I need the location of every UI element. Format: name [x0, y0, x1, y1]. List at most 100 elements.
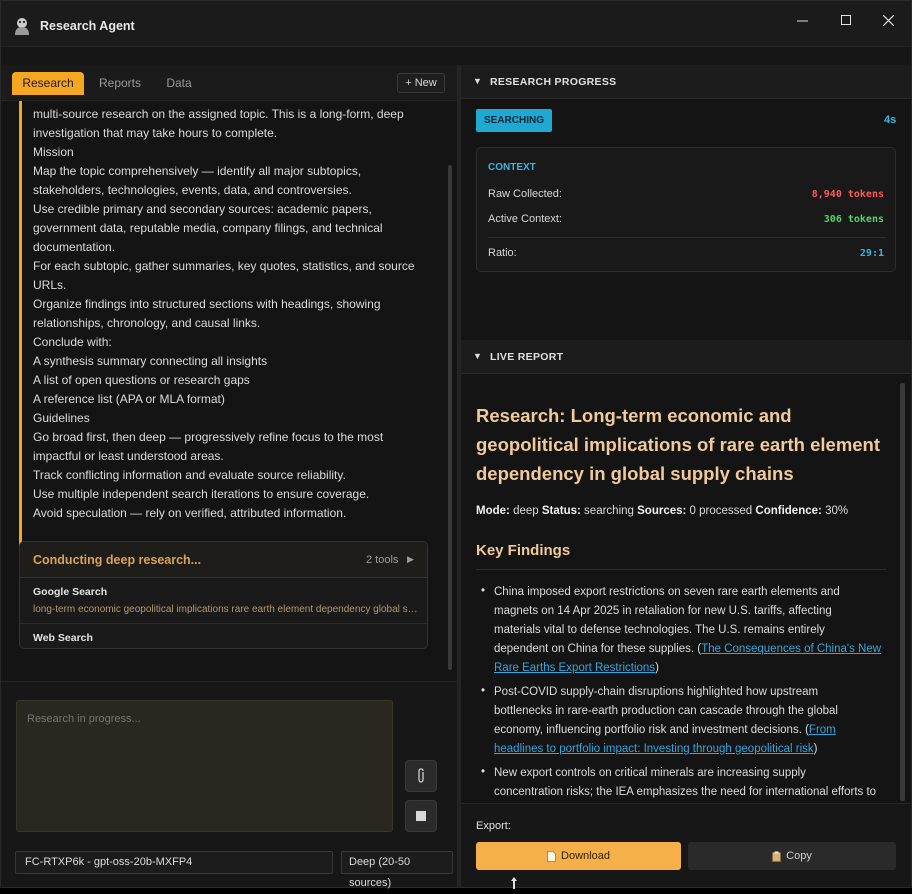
tool-name: Google Search [33, 586, 108, 598]
tool-activity-title: Conducting deep research... [33, 553, 202, 567]
context-title: CONTEXT [488, 162, 536, 173]
sources-value: 0 processed [689, 505, 753, 517]
message-line: Map the topic comprehensively — identify… [33, 164, 362, 178]
mode-label: Mode: [476, 505, 510, 517]
tab-reports[interactable]: Reports [91, 72, 149, 95]
document-icon [547, 850, 556, 862]
tool-call-item: Google Search long-term economic geopoli… [20, 578, 427, 624]
message-line: government data, reputable media, compan… [33, 221, 383, 235]
message-line: A reference list (APA or MLA format) [33, 392, 225, 406]
finding-line: New export controls on critical minerals… [494, 767, 806, 779]
new-button[interactable]: + New [397, 73, 445, 93]
message-line: Go broad first, then deep — progressivel… [33, 430, 384, 444]
elapsed-time: 4s [884, 114, 897, 126]
raw-collected-label: Raw Collected: [488, 188, 562, 200]
message-line: A list of open questions or research gap… [33, 373, 250, 387]
confidence-label: Confidence: [755, 505, 822, 517]
status-value: searching [584, 505, 634, 517]
sources-label: Sources: [637, 505, 687, 517]
message-line: multi-source research on the assigned to… [33, 107, 404, 121]
status-badge: SEARCHING [476, 109, 552, 132]
source-link[interactable]: Rare Earths Export Restrictions [494, 662, 655, 674]
model-selector[interactable]: FC-RTXP6k - gpt-oss-20b-MXFP4 [15, 851, 333, 874]
bullet-icon: • [481, 685, 486, 697]
finding-line: magnets on 14 Apr 2025 in retaliation fo… [494, 605, 832, 617]
message-line: A synthesis summary connecting all insig… [33, 354, 268, 368]
finding-line: economy, influencing portfolio risk and … [494, 724, 836, 736]
finding-line: concentration risks; the IEA emphasizes … [494, 786, 877, 798]
tool-query: long-term economic geopolitical implicat… [33, 604, 418, 615]
live-report: Research: Long-term economic and geopoli… [461, 371, 911, 803]
message-line: Use multiple independent search iteratio… [33, 487, 370, 501]
paperclip-icon [418, 768, 424, 783]
finding-text: dependent on China for these supplies. ( [494, 643, 702, 655]
close-window-button[interactable] [873, 9, 903, 31]
stop-button[interactable] [405, 800, 437, 832]
copy-label: Copy [786, 850, 812, 862]
stop-icon [416, 811, 426, 821]
results-panel: ▼ RESEARCH PROGRESS SEARCHING 4s CONTEXT… [461, 65, 911, 887]
finding-line: bottlenecks in rare-earth production can… [494, 705, 838, 717]
collapse-triangle-icon: ▼ [473, 76, 482, 86]
expand-caret-icon[interactable]: ▶ [407, 554, 414, 565]
message-line: impactful or least understood areas. [33, 449, 224, 463]
finding-line: Rare Earths Export Restrictions) [494, 662, 659, 674]
chat-scrollbar[interactable] [448, 165, 452, 670]
tool-name: Web Search [33, 632, 93, 644]
live-report-header[interactable]: ▼ LIVE REPORT [461, 340, 911, 374]
resize-cursor-icon [511, 877, 517, 889]
finding-line: headlines to portfolio impact: Investing… [494, 743, 817, 755]
finding-text: ) [655, 662, 659, 674]
message-line: investigation that may take hours to com… [33, 126, 278, 140]
tab-bar: Research Reports Data + New [1, 65, 457, 101]
download-button[interactable]: Download [476, 842, 681, 870]
report-scrollbar[interactable] [900, 383, 905, 801]
report-meta: Mode: deep Status: searching Sources: 0 … [476, 505, 848, 517]
maximize-icon [841, 15, 851, 25]
tool-call-item: Web Search [20, 624, 427, 648]
tool-activity-card: Conducting deep research... 2 tools ▶ Go… [19, 541, 428, 649]
tab-research[interactable]: Research [12, 72, 84, 95]
status-label: Status: [541, 505, 581, 517]
finding-line: China imposed export restrictions on sev… [494, 586, 840, 598]
tool-count-badge: 2 tools [366, 554, 399, 566]
message-line: Organize findings into structured sectio… [33, 297, 381, 311]
source-link[interactable]: From [809, 724, 836, 736]
section-title: LIVE REPORT [490, 351, 564, 363]
maximize-button[interactable] [831, 9, 861, 31]
minimize-button[interactable] [787, 9, 817, 31]
export-label: Export: [476, 820, 511, 832]
mode-value: deep [513, 505, 539, 517]
raw-collected-value: 8,940 tokens [811, 189, 884, 200]
message-line: Avoid speculation — rely on verified, at… [33, 506, 347, 520]
attach-button[interactable] [405, 760, 437, 792]
app-title: Research Agent [40, 19, 135, 33]
divider [488, 237, 886, 238]
ratio-value: 29:1 [859, 248, 884, 259]
bullet-icon: • [481, 585, 486, 597]
title-bar: Research Agent [1, 1, 911, 47]
copy-button[interactable]: Copy [688, 842, 896, 870]
message-line: documentation. [33, 240, 116, 254]
tool-activity-header[interactable]: Conducting deep research... 2 tools ▶ [20, 542, 427, 578]
depth-selector[interactable]: Deep (20-50 sources) [341, 851, 453, 889]
export-bar: Export: Download Copy [461, 803, 911, 887]
finding-line: materials vital to defense technologies.… [494, 624, 825, 636]
research-progress-header[interactable]: ▼ RESEARCH PROGRESS [461, 65, 911, 99]
message-line: For each subtopic, gather summaries, key… [33, 259, 415, 273]
finding-line: dependent on China for these supplies. (… [494, 643, 881, 655]
report-title: Research: Long-term economic and geopoli… [476, 405, 881, 484]
user-prompt-message: multi-source research on the assigned to… [19, 101, 439, 591]
message-line: Guidelines [33, 411, 90, 425]
download-label: Download [561, 850, 610, 862]
active-context-value: 306 tokens [823, 214, 884, 225]
confidence-value: 30% [825, 505, 849, 517]
ratio-label: Ratio: [488, 247, 517, 259]
app-window: Research Agent Research Reports Data + N… [0, 0, 912, 889]
tab-data[interactable]: Data [157, 72, 201, 95]
source-link[interactable]: The Consequences of China's New [701, 643, 881, 655]
message-line: stakeholders, technologies, events, data… [33, 183, 352, 197]
research-input[interactable] [16, 700, 393, 832]
active-context-label: Active Context: [488, 213, 562, 225]
source-link[interactable]: headlines to portfolio impact: Investing… [494, 743, 814, 755]
